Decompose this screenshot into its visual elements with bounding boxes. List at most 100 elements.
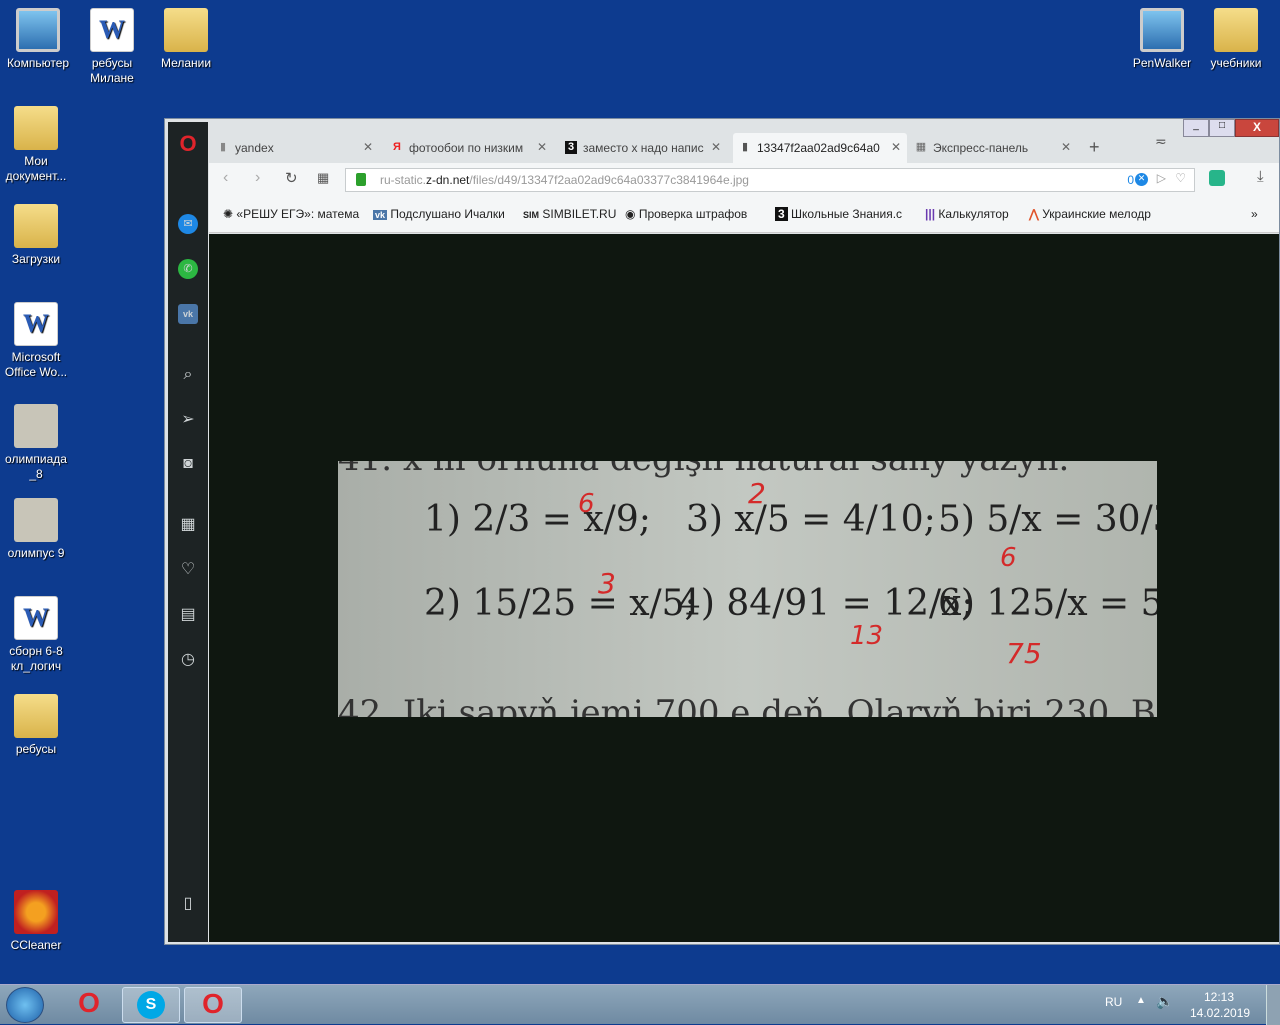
desktop-icon-uchebniki[interactable]: учебники bbox=[1198, 8, 1274, 71]
news-icon[interactable]: ▤ bbox=[178, 605, 198, 625]
equation-4: 4) 84/91 = 12/x; bbox=[678, 583, 974, 624]
tab-label: Экспресс-панель bbox=[933, 141, 1029, 155]
tab-image[interactable]: ▮ 13347f2aa02ad9c64a0 ✕ bbox=[733, 133, 907, 163]
tray-arrow-icon[interactable]: ▲ bbox=[1136, 995, 1146, 1006]
adblock-count[interactable]: 0 bbox=[1127, 173, 1134, 187]
bookmark-label: «РЕШУ ЕГЭ»: матема bbox=[236, 207, 360, 221]
answer-3: 2 bbox=[748, 477, 766, 510]
bookmark-calculator[interactable]: ||| Калькулятор bbox=[925, 207, 1009, 221]
desktop-icon-rebusy-milane[interactable]: Wребусы Милане bbox=[74, 8, 150, 86]
start-button[interactable] bbox=[6, 987, 44, 1023]
camera-icon[interactable]: ◙ bbox=[178, 454, 198, 474]
close-tab-icon[interactable]: ✕ bbox=[537, 140, 547, 154]
equation-6: 6) 125/x = 5/3. bbox=[938, 583, 1157, 624]
desktop-icon-melanii[interactable]: Мелании bbox=[148, 8, 224, 71]
icon-label: олимпус 9 bbox=[7, 546, 65, 560]
textbook-photo[interactable]: 41. x in ornuna degişli natural sany yaz… bbox=[338, 461, 1157, 717]
tab-yandex[interactable]: ▮ yandex ✕ bbox=[211, 133, 379, 163]
back-button[interactable]: ‹ bbox=[223, 169, 228, 187]
clock-date[interactable]: 14.02.2019 bbox=[1190, 1006, 1250, 1020]
desktop-icon-olimpiada[interactable]: олимпиада _8 bbox=[0, 404, 74, 482]
messenger-icon[interactable]: ✉ bbox=[178, 214, 198, 234]
folder-icon bbox=[14, 106, 58, 150]
heart-icon[interactable]: ♡ bbox=[178, 560, 198, 580]
language-indicator[interactable]: RU bbox=[1105, 995, 1122, 1009]
bookmark-podslushano[interactable]: vk Подслушано Ичалки bbox=[373, 207, 505, 221]
reload-button[interactable]: ↻ bbox=[285, 169, 298, 187]
send-icon[interactable]: ➢ bbox=[178, 410, 198, 430]
equation-1: 1) 2/3 = x/9; bbox=[424, 499, 651, 540]
clock-time[interactable]: 12:13 bbox=[1204, 990, 1234, 1004]
whatsapp-icon[interactable]: ✆ bbox=[178, 259, 198, 279]
vpn-extension-icon[interactable] bbox=[1209, 170, 1225, 186]
more-bookmarks-button[interactable]: » bbox=[1251, 207, 1258, 221]
folder-icon bbox=[14, 694, 58, 738]
desktop-icon-sborn[interactable]: Wсборн 6-8 кл_логич bbox=[0, 596, 74, 674]
desktop-icon-my-documents[interactable]: Мои документ... bbox=[0, 106, 74, 184]
znanija-icon: 3 bbox=[565, 141, 577, 154]
show-desktop-button[interactable] bbox=[1266, 985, 1280, 1025]
desktop-icon-word[interactable]: W Microsoft Office Wo... bbox=[0, 302, 74, 380]
url-path: /files/d49/13347f2aa02ad9c64a03377c38419… bbox=[469, 173, 749, 187]
bookmark-label: Школьные Знания.с bbox=[791, 207, 903, 221]
url-input[interactable]: ru-static.z-dn.net/files/d49/13347f2aa02… bbox=[345, 168, 1195, 192]
image-icon bbox=[14, 498, 58, 542]
word-doc-icon: W bbox=[90, 8, 134, 52]
bookmark-znanija[interactable]: 3 Школьные Знания.с bbox=[775, 207, 902, 221]
desktop-icon-olimpus[interactable]: олимпус 9 bbox=[0, 498, 74, 561]
opera-sidebar: O ✉ ✆ vk ⌕ ➢ ◙ ▦ ♡ ▤ ◷ ▯ bbox=[168, 122, 208, 942]
desktop-icon-computer[interactable]: Компьютер bbox=[0, 8, 76, 71]
taskbar-skype[interactable]: S bbox=[122, 987, 180, 1023]
speed-dial-icon[interactable]: ▦ bbox=[178, 515, 198, 535]
desktop-icon-ccleaner[interactable]: CCleaner bbox=[0, 890, 74, 953]
icon-label: Мои документ... bbox=[5, 154, 67, 183]
bookmark-label: Подслушано Ичалки bbox=[390, 207, 505, 221]
tab-speed-dial[interactable]: ▦ Экспресс-панель ✕ bbox=[909, 133, 1077, 163]
ccleaner-icon bbox=[14, 890, 58, 934]
adblock-icon[interactable]: ✕ bbox=[1135, 173, 1148, 186]
close-tab-icon[interactable]: ✕ bbox=[711, 140, 721, 154]
taskbar-opera-active[interactable]: O bbox=[184, 987, 242, 1023]
equation-2: 2) 15/25 = x/5; bbox=[424, 583, 697, 624]
close-tab-icon[interactable]: ✕ bbox=[1061, 140, 1071, 154]
penwalker-icon bbox=[1140, 8, 1184, 52]
icon-label: Загрузки bbox=[11, 252, 61, 266]
photo-bottom-line: 42. Iki sapyň jemi 700 e deň. Olaryň bir… bbox=[338, 693, 1156, 717]
send-page-icon[interactable]: ▷ bbox=[1157, 171, 1166, 185]
tab-znanija[interactable]: 3 заместо х надо напис ✕ bbox=[559, 133, 727, 163]
speed-dial-icon: ▦ bbox=[915, 141, 927, 153]
tabs-grid-icon[interactable]: ▦ bbox=[317, 170, 329, 186]
tab-fotooboi[interactable]: Яфотообои по низким ✕ bbox=[385, 133, 553, 163]
page-icon: ▮ bbox=[741, 141, 749, 153]
bookmark-shtrafy[interactable]: ◉ Проверка штрафов bbox=[625, 207, 747, 221]
answer-4: 13 bbox=[850, 621, 884, 651]
close-tab-icon[interactable]: ✕ bbox=[891, 140, 901, 154]
icon-label: Компьютер bbox=[6, 56, 70, 70]
desktop-icon-downloads[interactable]: Загрузки bbox=[0, 204, 74, 267]
bookmark-heart-icon[interactable]: ♡ bbox=[1175, 171, 1186, 185]
volume-icon[interactable]: 🔈 bbox=[1156, 993, 1173, 1010]
desktop-icon-rebusy[interactable]: ребусы bbox=[0, 694, 74, 757]
bookmark-reshu-ege[interactable]: ✺ «РЕШУ ЕГЭ»: матема bbox=[223, 207, 359, 221]
skype-icon: S bbox=[137, 991, 165, 1019]
icon-label: олимпиада _8 bbox=[5, 452, 67, 481]
opera-logo-icon[interactable]: O bbox=[178, 133, 198, 155]
image-icon bbox=[14, 404, 58, 448]
bookmark-ukr-melodramy[interactable]: ⋀ Украинские мелодр bbox=[1029, 207, 1151, 221]
vk-icon[interactable]: vk bbox=[178, 304, 198, 324]
answer-6: 75 bbox=[1006, 637, 1042, 670]
forward-button[interactable]: › bbox=[255, 169, 260, 187]
tab-menu-icon[interactable]: ≂ bbox=[1155, 133, 1167, 150]
search-icon[interactable]: ⌕ bbox=[178, 365, 198, 385]
icon-label: PenWalker bbox=[1132, 56, 1192, 70]
bookmark-simbilet[interactable]: SIM SIMBILET.RU bbox=[523, 207, 616, 221]
taskbar-opera[interactable]: O bbox=[60, 987, 118, 1023]
photo-top-line: 41. x in ornuna degişli natural sany yaz… bbox=[338, 461, 1069, 479]
download-icon[interactable]: ⤓ bbox=[1257, 168, 1264, 185]
history-icon[interactable]: ◷ bbox=[178, 650, 198, 670]
close-tab-icon[interactable]: ✕ bbox=[363, 140, 373, 154]
desktop-icon-penwalker[interactable]: PenWalker bbox=[1124, 8, 1200, 71]
sidebar-toggle-icon[interactable]: ▯ bbox=[178, 894, 198, 914]
bookmark-label: Проверка штрафов bbox=[638, 207, 748, 221]
new-tab-button[interactable]: + bbox=[1089, 137, 1100, 158]
